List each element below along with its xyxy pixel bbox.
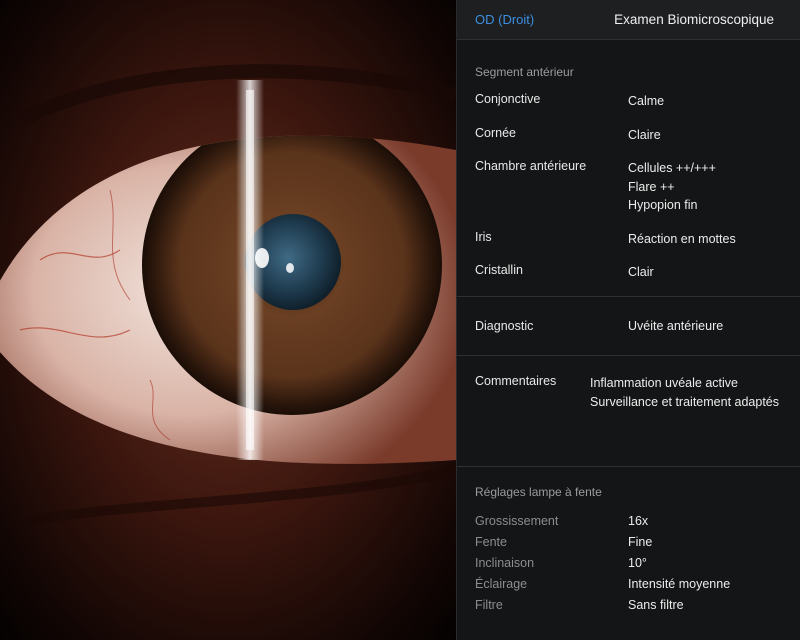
row-label: Iris	[475, 229, 492, 244]
row-label: Conjonctive	[475, 92, 541, 106]
comment-line: Surveillance et traitement adaptés	[590, 394, 779, 409]
row-iris: Iris Réaction en mottes	[475, 230, 782, 249]
setting-value: 16x	[628, 513, 649, 528]
setting-value: Intensité moyenne	[628, 576, 731, 591]
row-label: Chambre antérieure	[475, 159, 587, 173]
row-cornee: Cornée Claire	[475, 126, 782, 145]
row-value: Réaction en mottes	[628, 231, 736, 246]
setting-eclairage: Éclairage Intensité moyenne	[475, 573, 782, 594]
slit-lamp-settings-section: Réglages lampe à fente Grossissement 16x…	[457, 467, 800, 615]
panel-header: OD (Droit) Examen Biomicroscopique	[457, 0, 800, 40]
anterior-segment-section: Segment antérieur Conjonctive Calme Corn…	[457, 40, 800, 296]
row-label: Cristallin	[475, 263, 523, 277]
setting-label: Grossissement	[475, 513, 559, 528]
eye-selector-tab[interactable]: OD (Droit)	[475, 12, 534, 27]
diagnosis-value: Uvéite antérieure	[628, 318, 724, 333]
row-value-line: Cellules ++/+++	[628, 161, 716, 175]
comment-line: Inflammation uvéale active	[590, 376, 738, 390]
setting-value: 10°	[628, 555, 647, 570]
setting-label: Éclairage	[475, 576, 528, 591]
setting-grossissement: Grossissement 16x	[475, 510, 782, 531]
row-label: Cornée	[475, 125, 516, 140]
diagnosis-row: Diagnostic Uvéite antérieure	[457, 297, 800, 355]
setting-value: Sans filtre	[628, 597, 684, 612]
row-conjonctive: Conjonctive Calme	[475, 92, 782, 111]
setting-label: Inclinaison	[475, 555, 535, 570]
row-value: Claire	[628, 127, 661, 142]
setting-fente: Fente Fine	[475, 531, 782, 552]
comments-section: Commentaires Inflammation uvéale active …	[457, 356, 800, 466]
row-value: Calme	[628, 94, 665, 108]
row-cristallin: Cristallin Clair	[475, 263, 782, 282]
anterior-segment-title: Segment antérieur	[475, 65, 574, 79]
row-value: Clair	[628, 265, 654, 279]
setting-label: Filtre	[475, 597, 503, 612]
comments-text: Inflammation uvéale active Surveillance …	[590, 374, 779, 466]
setting-value: Fine	[628, 534, 653, 549]
eye-photo-illustration	[0, 0, 456, 640]
row-value-list: Cellules ++/+++ Flare ++ Hypopion fin	[628, 159, 716, 215]
setting-inclinaison: Inclinaison 10°	[475, 552, 782, 573]
setting-label: Fente	[475, 534, 507, 549]
slit-lamp-settings-title: Réglages lampe à fente	[475, 485, 602, 499]
row-value-line: Hypopion fin	[628, 198, 698, 212]
slit-lamp-eye-image	[0, 0, 456, 640]
row-chambre-anterieure: Chambre antérieure Cellules ++/+++ Flare…	[475, 159, 782, 215]
exam-title: Examen Biomicroscopique	[614, 12, 774, 27]
setting-filtre: Filtre Sans filtre	[475, 594, 782, 615]
comments-label: Commentaires	[475, 374, 557, 388]
row-value-line: Flare ++	[628, 179, 675, 194]
exam-panel: OD (Droit) Examen Biomicroscopique Segme…	[456, 0, 800, 640]
diagnosis-label: Diagnostic	[475, 319, 534, 333]
